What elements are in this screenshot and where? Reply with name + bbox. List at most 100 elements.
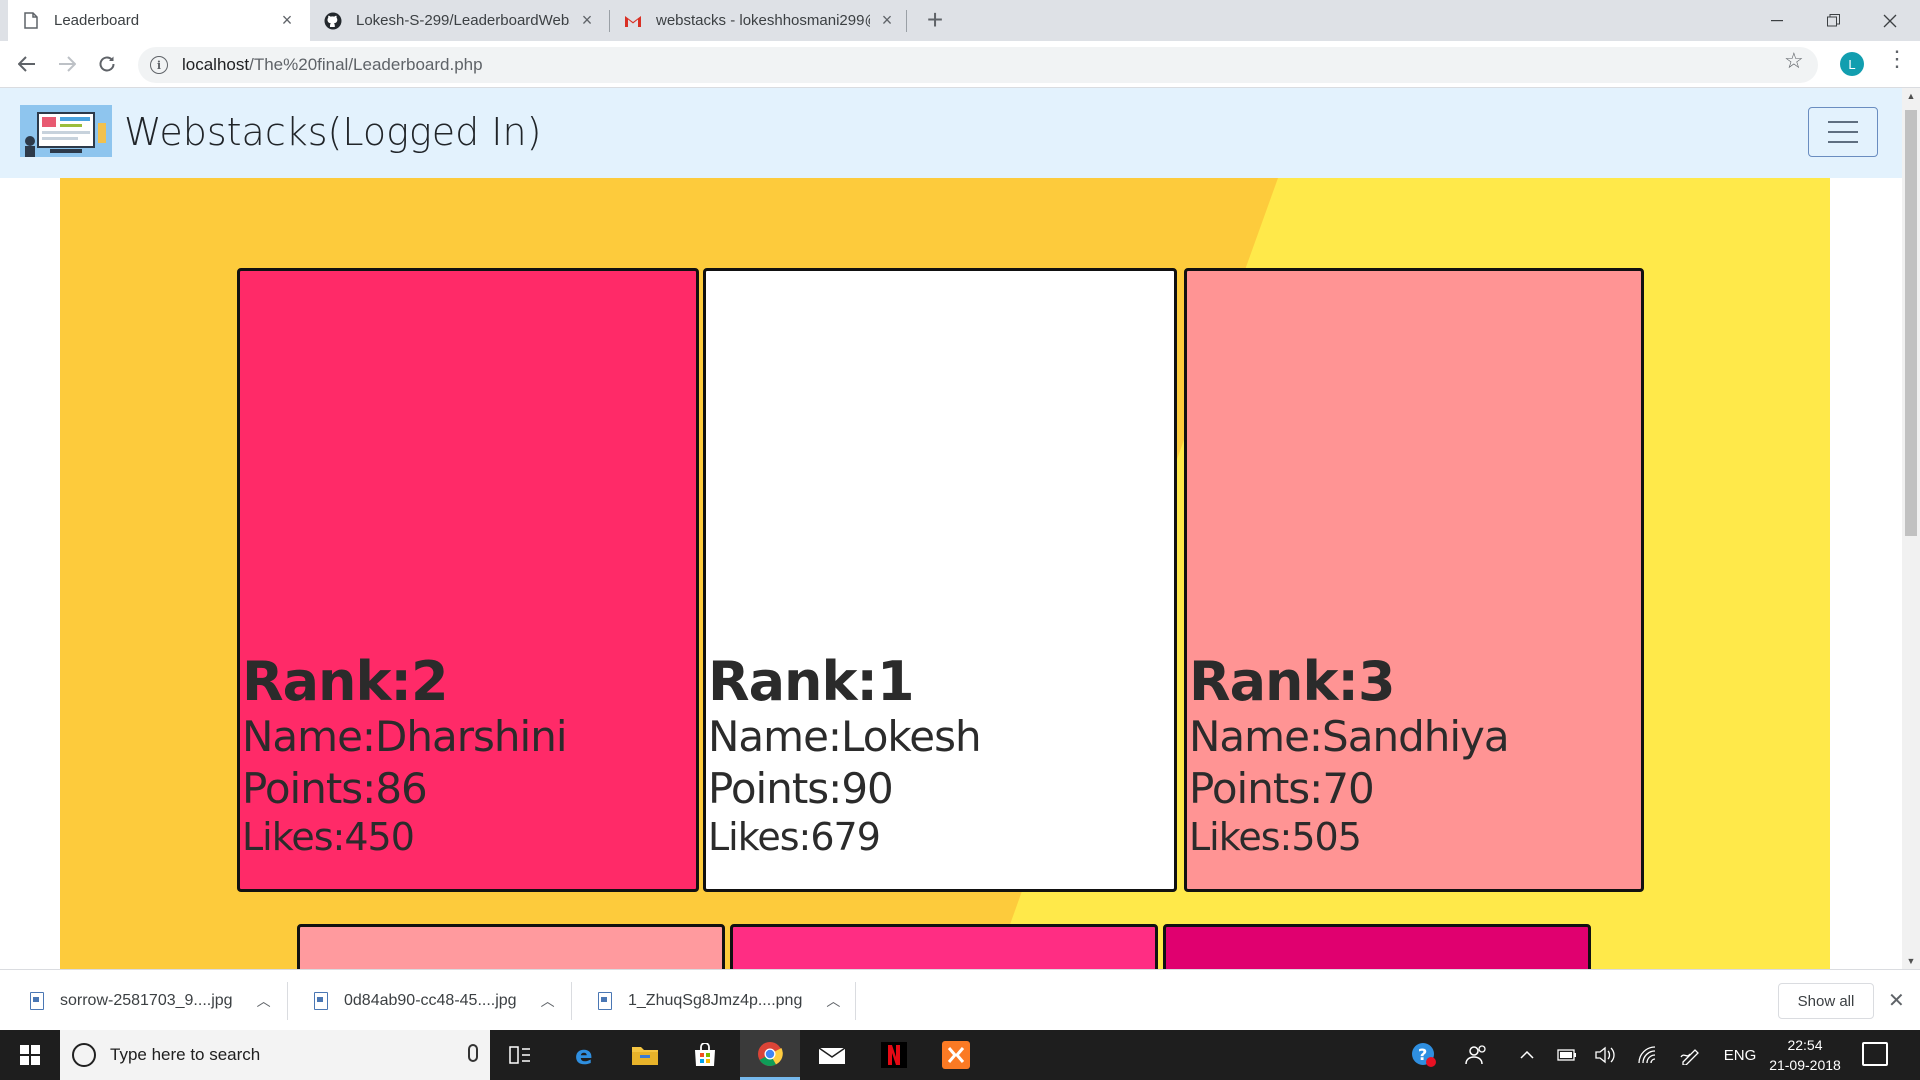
scrollbar-thumb[interactable] xyxy=(1905,110,1917,536)
back-arrow-icon xyxy=(18,56,35,72)
clock-date: 21-09-2018 xyxy=(1769,1057,1841,1073)
chevron-up-icon[interactable]: ︿ xyxy=(541,991,555,1011)
chevron-up-icon[interactable]: ︿ xyxy=(257,991,271,1011)
volume-icon[interactable] xyxy=(1590,1030,1620,1080)
forward-arrow-icon xyxy=(59,56,76,72)
close-download-shelf-icon[interactable]: ✕ xyxy=(1888,988,1905,1013)
edge-browser-icon[interactable]: e xyxy=(555,1030,615,1080)
card-info: Rank:2 Name:Dharshini Points:86 Likes:45… xyxy=(242,650,567,860)
tab-title: webstacks - lokeshhosmani299@ xyxy=(656,12,870,29)
search-placeholder: Type here to search xyxy=(110,1045,261,1064)
system-clock[interactable]: 22:54 21-09-2018 xyxy=(1760,1035,1850,1075)
microsoft-store-icon[interactable] xyxy=(675,1030,735,1080)
scroll-up-arrow-icon[interactable]: ▲ xyxy=(1902,88,1920,104)
pen-workspace-icon[interactable] xyxy=(1676,1030,1706,1080)
address-bar[interactable]: i localhost/The%20final/Leaderboard.php xyxy=(138,47,1818,83)
xampp-icon[interactable] xyxy=(926,1030,986,1080)
show-hidden-icons-chevron-up-icon[interactable] xyxy=(1512,1030,1542,1080)
card-rank: Rank:2 xyxy=(242,650,449,713)
new-tab-button[interactable]: + xyxy=(918,4,952,38)
svg-text:?: ? xyxy=(1418,1045,1427,1064)
github-icon xyxy=(324,12,342,30)
card-info: Rank:3 Name:Sandhiya Points:70 Likes:505 xyxy=(1189,650,1510,860)
site-info-icon[interactable]: i xyxy=(150,56,168,74)
taskbar-search-box[interactable]: Type here to search xyxy=(60,1030,490,1080)
close-tab-icon[interactable]: × xyxy=(278,10,296,31)
tab-gmail[interactable]: webstacks - lokeshhosmani299@ × xyxy=(610,0,910,41)
download-separator xyxy=(855,982,856,1020)
restore-button[interactable] xyxy=(1805,0,1861,41)
reload-button[interactable] xyxy=(90,47,124,81)
scroll-down-arrow-icon[interactable]: ▼ xyxy=(1902,953,1920,969)
close-tab-icon[interactable]: × xyxy=(578,10,596,31)
microphone-icon[interactable] xyxy=(468,1044,478,1062)
webstacks-logo-icon xyxy=(20,105,112,157)
close-tab-icon[interactable]: × xyxy=(878,10,896,31)
page-scrollbar[interactable]: ▲ ▼ xyxy=(1902,88,1920,969)
svg-text:e: e xyxy=(575,1042,593,1068)
leaderboard-card-rank-1: Rank:1 Name:Lokesh Points:90 Likes:679 xyxy=(703,268,1177,892)
minimize-button[interactable] xyxy=(1749,0,1805,41)
chrome-menu-icon[interactable]: ⋮ xyxy=(1886,48,1908,70)
wifi-icon[interactable] xyxy=(1632,1030,1662,1080)
tab-github[interactable]: Lokesh-S-299/LeaderboardWebs × xyxy=(310,0,610,41)
tab-leaderboard[interactable]: Leaderboard × xyxy=(8,0,310,41)
reload-icon xyxy=(99,56,115,72)
download-separator xyxy=(287,982,288,1020)
page-icon xyxy=(22,12,40,30)
tab-separator xyxy=(906,10,907,32)
hamburger-line xyxy=(1828,121,1858,123)
download-separator xyxy=(571,982,572,1020)
start-button[interactable] xyxy=(0,1030,60,1080)
windows-taskbar: Type here to search e ? ENG 22:54 21-09-… xyxy=(0,1030,1920,1080)
tab-title: Leaderboard xyxy=(54,12,140,29)
card-name: Name:Sandhiya xyxy=(1189,712,1510,761)
back-button[interactable] xyxy=(10,47,44,81)
show-all-downloads-button[interactable]: Show all xyxy=(1778,983,1874,1019)
leaderboard-card xyxy=(730,924,1158,969)
image-file-icon xyxy=(30,991,44,1010)
battery-icon[interactable] xyxy=(1552,1030,1582,1080)
card-points: Points:86 xyxy=(242,764,428,813)
leaderboard-card xyxy=(297,924,725,969)
hamburger-line xyxy=(1828,131,1858,133)
site-navbar: Webstacks(Logged In) xyxy=(0,88,1902,178)
site-logo[interactable] xyxy=(20,105,112,157)
bookmark-star-icon[interactable]: ☆ xyxy=(1784,48,1804,74)
card-name: Name:Lokesh xyxy=(708,712,982,761)
browser-tab-strip: Leaderboard × Lokesh-S-299/LeaderboardWe… xyxy=(0,0,1920,41)
image-file-icon xyxy=(314,991,328,1010)
card-likes: Likes:505 xyxy=(1189,815,1362,859)
cortana-icon xyxy=(72,1043,96,1067)
download-item[interactable]: sorrow-2581703_9....jpg ︿ xyxy=(30,970,271,1031)
download-item[interactable]: 0d84ab90-cc48-45....jpg ︿ xyxy=(314,970,555,1031)
action-center-icon[interactable] xyxy=(1862,1042,1888,1066)
mail-icon[interactable] xyxy=(802,1030,862,1080)
page-viewport: Webstacks(Logged In) Rank:2 Name:Dharshi… xyxy=(0,88,1902,969)
card-likes: Likes:450 xyxy=(242,815,415,859)
download-item[interactable]: 1_ZhuqSg8Jmz4p....png ︿ xyxy=(598,970,840,1031)
close-window-button[interactable] xyxy=(1862,0,1918,41)
chrome-taskbar-icon[interactable] xyxy=(740,1030,800,1080)
leaderboard-card-rank-2: Rank:2 Name:Dharshini Points:86 Likes:45… xyxy=(237,268,699,892)
profile-avatar[interactable]: L xyxy=(1840,52,1864,76)
forward-button[interactable] xyxy=(50,47,84,81)
netflix-icon[interactable] xyxy=(864,1030,924,1080)
card-rank: Rank:3 xyxy=(1189,650,1396,713)
task-view-icon[interactable] xyxy=(490,1030,550,1080)
site-brand[interactable]: Webstacks(Logged In) xyxy=(124,110,541,154)
help-icon[interactable]: ? xyxy=(1406,1030,1442,1080)
input-language[interactable]: ENG xyxy=(1720,1030,1760,1080)
card-points: Points:70 xyxy=(1189,764,1375,813)
people-icon[interactable] xyxy=(1458,1030,1494,1080)
card-rank: Rank:1 xyxy=(708,650,915,713)
chevron-up-icon[interactable]: ︿ xyxy=(826,991,840,1011)
image-file-icon xyxy=(598,991,612,1010)
leaderboard-card xyxy=(1163,924,1591,969)
browser-toolbar: i localhost/The%20final/Leaderboard.php xyxy=(0,41,1920,88)
clock-time: 22:54 xyxy=(1787,1037,1823,1053)
navbar-toggle-button[interactable] xyxy=(1808,107,1878,157)
file-explorer-icon[interactable] xyxy=(615,1030,675,1080)
leaderboard-card-rank-3: Rank:3 Name:Sandhiya Points:70 Likes:505 xyxy=(1184,268,1644,892)
url-path: /The%20final/Leaderboard.php xyxy=(249,55,483,74)
